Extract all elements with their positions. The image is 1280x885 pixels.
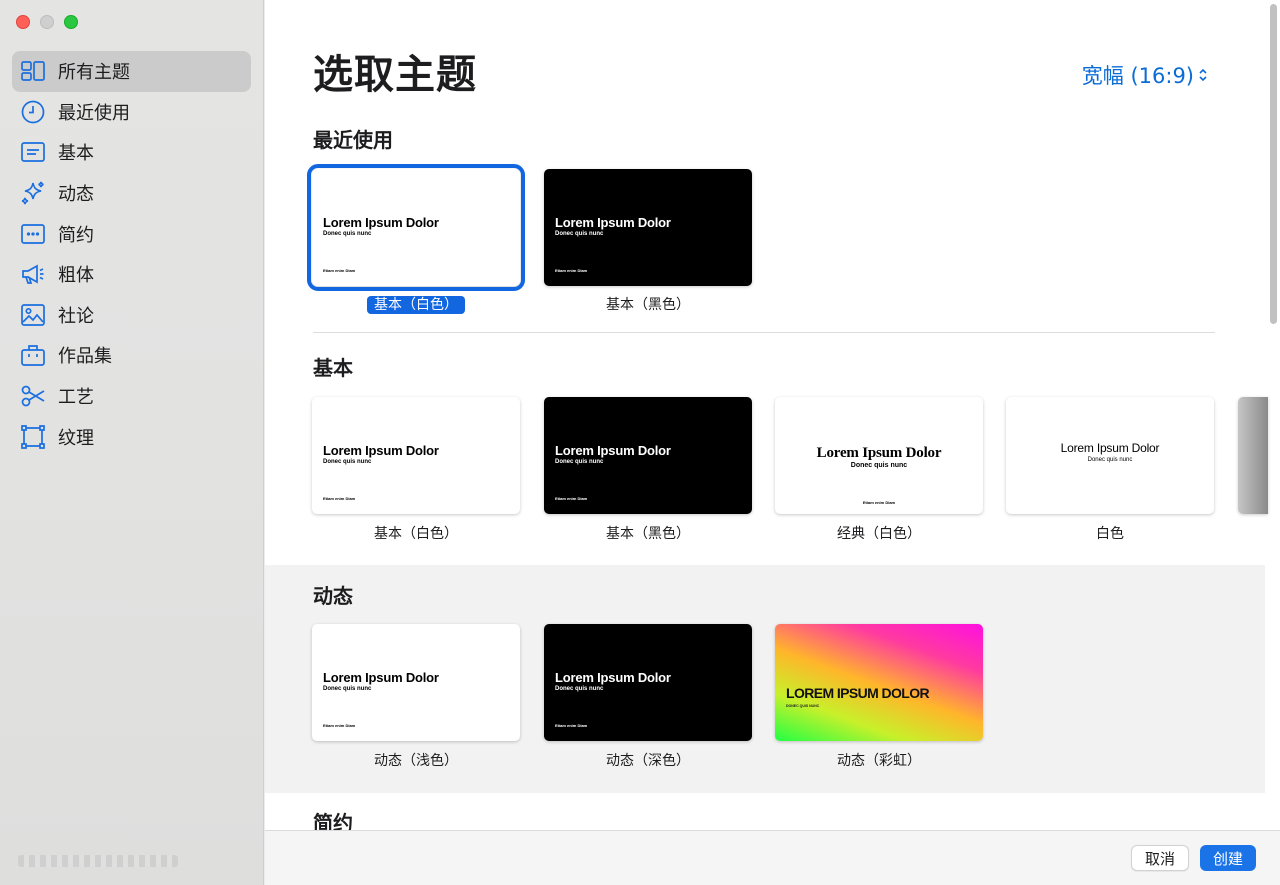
sidebar-item-basic[interactable]: 基本: [12, 132, 251, 173]
slide-size-label: 宽幅 (16:9): [1081, 64, 1194, 88]
sidebar-item-minimal[interactable]: 简约: [12, 213, 251, 254]
sidebar-item-dynamic[interactable]: 动态: [12, 173, 251, 214]
minimize-window-button[interactable]: [40, 15, 54, 29]
sidebar-item-bold[interactable]: 粗体: [12, 254, 251, 295]
thumb-title: Lorem Ipsum Dolor: [323, 670, 439, 685]
window-controls: [16, 15, 78, 29]
section-divider: [313, 332, 1215, 333]
thumb-title: Lorem Ipsum Dolor: [323, 215, 439, 230]
thumb-title: Lorem Ipsum Dolor: [1060, 441, 1160, 455]
theme-thumb-dynamic-rainbow[interactable]: LOREM IPSUM DOLOR DONEC QUIS NUNC: [775, 624, 983, 741]
thumb-footer: Etiam enim Diam: [555, 268, 588, 273]
theme-thumb-recent-basic-white[interactable]: Lorem Ipsum Dolor Donec quis nunc Etiam …: [307, 164, 525, 291]
slide-size-popup[interactable]: 宽幅 (16:9): [1082, 60, 1208, 90]
zoom-window-button[interactable]: [64, 15, 78, 29]
sidebar-item-label: 简约: [58, 224, 94, 246]
thumb-subtitle: Donec quis nunc: [555, 459, 604, 465]
thumb-subtitle: Donec quis nunc: [850, 462, 908, 469]
thumb-footer: Etiam enim Diam: [323, 496, 356, 501]
thumb-subtitle: Donec quis nunc: [555, 686, 604, 692]
clock-icon: [20, 99, 46, 125]
theme-caption: 动态（浅色）: [374, 753, 458, 769]
thumb-footer: Etiam enim Diam: [323, 723, 356, 728]
megaphone-icon: [20, 261, 46, 287]
section-heading-recent: 最近使用: [313, 128, 393, 152]
thumb-subtitle: Donec quis nunc: [323, 231, 372, 237]
sidebar-item-label: 社论: [58, 305, 94, 327]
thumb-footer: Etiam enim Diam: [323, 268, 356, 273]
thumb-subtitle: Donec quis nunc: [1087, 457, 1133, 463]
sidebar-item-craft[interactable]: 工艺: [12, 376, 251, 417]
theme-caption: 白色: [1096, 526, 1124, 542]
sparkles-icon: [20, 180, 46, 206]
theme-thumb-partial[interactable]: [1238, 397, 1268, 514]
sidebar-item-editorial[interactable]: 社论: [12, 295, 251, 336]
sidebar-footer-text: [18, 855, 178, 867]
scrollbar-thumb[interactable]: [1270, 4, 1277, 324]
thumb-subtitle: Donec quis nunc: [323, 459, 372, 465]
theme-caption: 基本（白色）: [312, 294, 520, 314]
sidebar-item-recent[interactable]: 最近使用: [12, 92, 251, 133]
section-heading-basic: 基本: [313, 356, 353, 380]
sidebar-item-label: 粗体: [58, 265, 94, 287]
sidebar-item-label: 作品集: [58, 346, 112, 368]
sidebar-item-all-themes[interactable]: 所有主题: [12, 51, 251, 92]
sidebar-item-label: 所有主题: [58, 62, 130, 84]
theme-category-list: 所有主题 最近使用 基本 动态 简约 粗体 社论 作品集 工艺 纹理: [12, 51, 251, 457]
briefcase-icon: [20, 342, 46, 368]
theme-thumb-dynamic-dark[interactable]: Lorem Ipsum Dolor Donec quis nunc Etiam …: [544, 624, 752, 741]
sidebar: 所有主题 最近使用 基本 动态 简约 粗体 社论 作品集 工艺 纹理: [0, 0, 264, 885]
chevron-up-down-icon: [1199, 68, 1207, 82]
thumb-footer: Etiam enim Diam: [862, 500, 896, 505]
section-heading-minimal: 简约: [313, 811, 353, 830]
thumb-subtitle: Donec quis nunc: [555, 231, 604, 237]
close-window-button[interactable]: [16, 15, 30, 29]
thumb-title: Lorem Ipsum Dolor: [555, 443, 671, 458]
dialog-footer: 取消 创建: [265, 830, 1280, 885]
thumb-subtitle: Donec quis nunc: [323, 686, 372, 692]
theme-thumb-basic-black[interactable]: Lorem Ipsum Dolor Donec quis nunc Etiam …: [544, 397, 752, 514]
theme-thumb-recent-basic-black[interactable]: Lorem Ipsum Dolor Donec quis nunc Etiam …: [544, 169, 752, 286]
page-title: 选取主题: [313, 52, 477, 98]
theme-caption: 动态（深色）: [606, 753, 690, 769]
photo-icon: [20, 302, 46, 328]
theme-name-selected: 基本（白色）: [367, 296, 465, 314]
theme-chooser: 选取主题 宽幅 (16:9) 最近使用 Lorem Ipsum Dolor Do…: [265, 0, 1280, 830]
thumb-title: Lorem Ipsum Dolor: [323, 443, 439, 458]
section-heading-dynamic: 动态: [313, 584, 353, 608]
sidebar-item-label: 动态: [58, 184, 94, 206]
thumb-footer: Etiam enim Diam: [555, 723, 588, 728]
scissors-icon: [20, 383, 46, 409]
text-lines-icon: [20, 139, 46, 165]
thumb-title: Lorem Ipsum Dolor: [555, 215, 671, 230]
thumb-title: Lorem Ipsum Dolor: [816, 445, 942, 461]
theme-thumb-classic-white[interactable]: Lorem Ipsum Dolor Donec quis nunc Etiam …: [775, 397, 983, 514]
theme-thumb-white[interactable]: Lorem Ipsum Dolor Donec quis nunc: [1006, 397, 1214, 514]
sidebar-item-label: 基本: [58, 143, 94, 165]
dots-box-icon: [20, 221, 46, 247]
sidebar-item-label: 工艺: [58, 387, 94, 409]
scrollbar[interactable]: [1266, 0, 1280, 830]
sidebar-item-portfolio[interactable]: 作品集: [12, 335, 251, 376]
theme-thumb-dynamic-light[interactable]: Lorem Ipsum Dolor Donec quis nunc Etiam …: [312, 624, 520, 741]
thumb-title: Lorem Ipsum Dolor: [555, 670, 671, 685]
thumb-title: LOREM IPSUM DOLOR: [786, 685, 930, 701]
theme-caption: 动态（彩虹）: [837, 753, 921, 769]
thumb-subtitle: DONEC QUIS NUNC: [786, 704, 820, 708]
sidebar-item-label: 纹理: [58, 427, 94, 449]
sidebar-item-texture[interactable]: 纹理: [12, 416, 251, 457]
cancel-button[interactable]: 取消: [1131, 845, 1189, 871]
theme-caption: 基本（黑色）: [606, 526, 690, 542]
theme-caption: 基本（黑色）: [606, 297, 690, 313]
frame-icon: [20, 424, 46, 450]
sidebar-item-label: 最近使用: [58, 102, 130, 124]
thumb-footer: Etiam enim Diam: [555, 496, 588, 501]
theme-thumb-basic-white[interactable]: Lorem Ipsum Dolor Donec quis nunc Etiam …: [312, 397, 520, 514]
theme-caption: 基本（白色）: [374, 526, 458, 542]
create-button[interactable]: 创建: [1200, 845, 1256, 871]
grid-icon: [20, 58, 46, 84]
theme-caption: 经典（白色）: [837, 526, 921, 542]
